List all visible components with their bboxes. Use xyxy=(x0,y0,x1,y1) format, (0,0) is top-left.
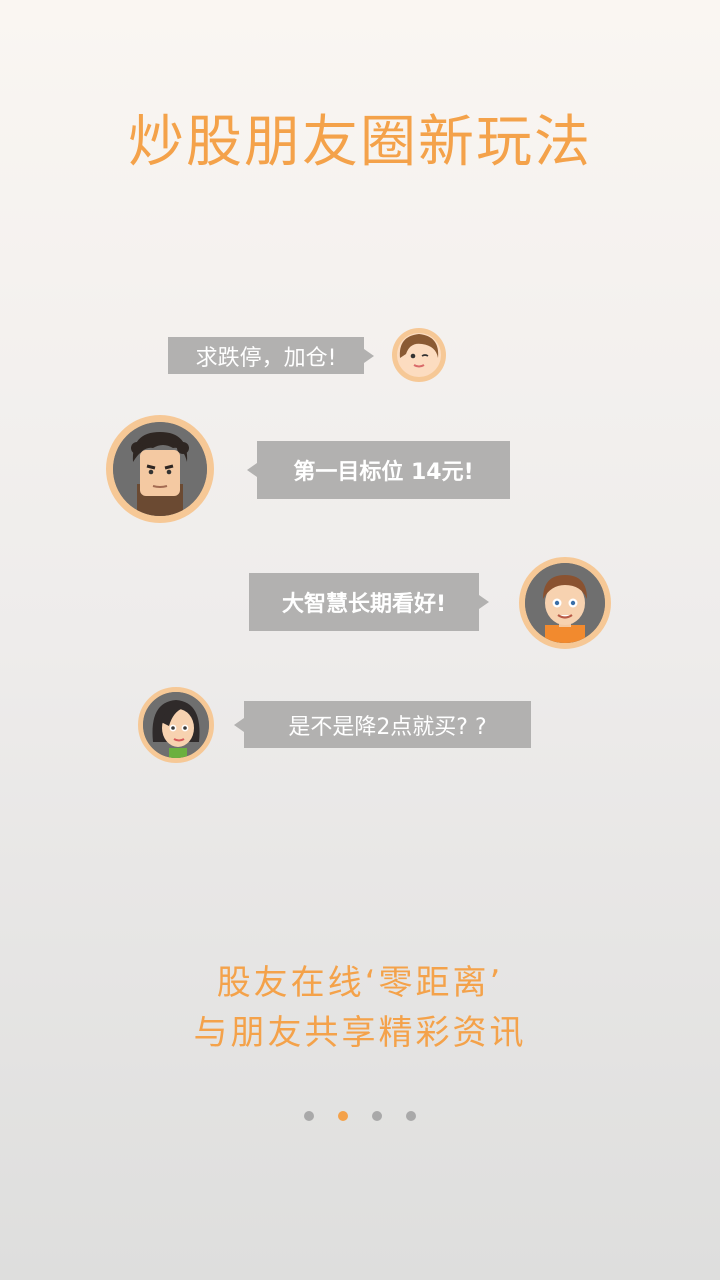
page-title: 炒股朋友圈新玩法 xyxy=(128,110,592,175)
woman-dark-hair-avatar xyxy=(138,687,214,763)
page-dot-4[interactable] xyxy=(406,1111,416,1121)
chat-bubble-4-text: 是不是降2点就买? ? xyxy=(288,714,487,740)
man-curly-hair-avatar xyxy=(106,415,214,523)
footer-line-1: 股友在线‘零距离’ xyxy=(216,963,504,1003)
page-dot-2-active[interactable] xyxy=(338,1111,348,1121)
footer-line-2: 与朋友共享精彩资讯 xyxy=(193,1013,527,1053)
page-dot-3[interactable] xyxy=(372,1111,382,1121)
chat-bubble-2-text: 第一目标位 14元! xyxy=(293,460,474,485)
page-dot-1[interactable] xyxy=(304,1111,314,1121)
chat-bubble-4: 是不是降2点就买? ? xyxy=(234,701,531,748)
chat-bubble-3-text: 大智慧长期看好! xyxy=(281,592,447,617)
chat-bubble-1: 求跌停，加仓! xyxy=(168,337,374,374)
chat-bubble-2: 第一目标位 14元! xyxy=(247,441,510,499)
woman-winking-avatar xyxy=(392,328,446,382)
boy-orange-shirt-avatar xyxy=(519,557,611,649)
chat-bubble-3: 大智慧长期看好! xyxy=(249,573,489,631)
page-indicator xyxy=(0,1111,720,1121)
chat-bubble-1-text: 求跌停，加仓! xyxy=(195,345,337,371)
